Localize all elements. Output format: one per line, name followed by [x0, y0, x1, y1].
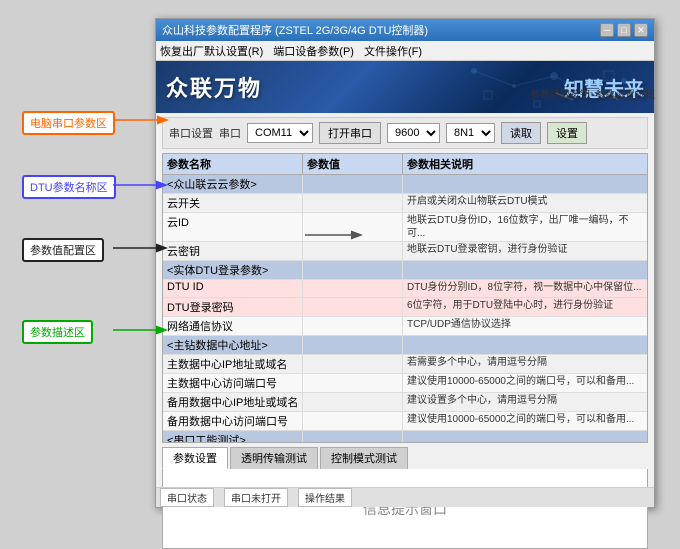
- table-row[interactable]: 云ID 地联云DTU身份ID，16位数字，出厂唯一编码，不可...: [163, 213, 647, 242]
- port-settings-area: 串口设置 串口 COM11 打开串口 9600 8N1 读取 设置: [162, 117, 648, 149]
- cell-name: 主数据中心IP地址或域名: [163, 355, 303, 373]
- set-button[interactable]: 设置: [547, 122, 587, 144]
- cell-desc: [403, 336, 647, 354]
- cell-value[interactable]: [303, 336, 403, 354]
- table-body: <众山联云云参数> 云开关 开启或关闭众山物联云DTU模式 云ID 地联云DTU…: [163, 175, 647, 442]
- cell-desc: 建议使用10000-65000之间的端口号，可以和备用...: [403, 412, 647, 430]
- cell-value[interactable]: [303, 355, 403, 373]
- maximize-button[interactable]: □: [617, 23, 631, 37]
- status-operation-result: 操作结果: [298, 488, 352, 507]
- table-row[interactable]: <实体DTU登录参数>: [163, 261, 647, 280]
- port-section-label: 串口设置: [169, 125, 213, 141]
- annotation-param-desc-zone: 参数描述区: [22, 320, 93, 344]
- cell-desc: TCP/UDP通信协议选择: [403, 317, 647, 335]
- status-port-state: 串口状态: [160, 488, 214, 507]
- table-row[interactable]: 网络通信协议 TCP/UDP通信协议选择: [163, 317, 647, 336]
- cell-name: 云ID: [163, 213, 303, 241]
- cell-value[interactable]: [303, 431, 403, 442]
- param-table: 参数名称 参数值 参数相关说明 <众山联云云参数> 云开关 开启或关闭众山物联云…: [163, 154, 647, 442]
- status-bar: 串口状态 串口未打开 操作结果: [156, 487, 654, 507]
- table-row[interactable]: DTU登录密码 6位字符，用于DTU登陆中心时，进行身份验证: [163, 298, 647, 317]
- cell-desc: 开启或关闭众山物联云DTU模式: [403, 194, 647, 212]
- cell-desc: 地联云DTU登录密钥，进行身份验证: [403, 242, 647, 260]
- cell-value[interactable]: [303, 242, 403, 260]
- annotation-com-zone: 电脑串口参数区: [22, 111, 115, 135]
- cell-name: 主数据中心访问端口号: [163, 374, 303, 392]
- title-bar-buttons: ─ □ ✕: [600, 23, 648, 37]
- annotation-dtu-name-zone: DTU参数名称区: [22, 175, 116, 199]
- close-button[interactable]: ✕: [634, 23, 648, 37]
- annotation-param-value-zone: 参数值配置区: [22, 238, 104, 262]
- cell-value[interactable]: [303, 317, 403, 335]
- cell-value[interactable]: [303, 213, 403, 241]
- col-value-header: 参数值: [303, 154, 403, 174]
- banner-left-text: 众联万物: [166, 71, 262, 103]
- cell-value[interactable]: [303, 194, 403, 212]
- table-row[interactable]: DTU ID DTU身份分别ID，8位字符，视一数据中心中保留位...: [163, 280, 647, 298]
- cell-value[interactable]: [303, 412, 403, 430]
- cell-name: 网络通信协议: [163, 317, 303, 335]
- cell-desc: 建议设置多个中心，请用逗号分隔: [403, 393, 647, 411]
- cell-desc: [403, 261, 647, 279]
- cell-name: 云开关: [163, 194, 303, 212]
- cell-value[interactable]: [303, 298, 403, 316]
- tab-control-test[interactable]: 控制模式测试: [320, 447, 408, 469]
- title-bar: 众山科技参数配置程序 (ZSTEL 2G/3G/4G DTU控制器) ─ □ ✕: [156, 19, 654, 41]
- cell-name: <实体DTU登录参数>: [163, 261, 303, 279]
- col-desc-header: 参数相关说明: [403, 154, 647, 174]
- table-row[interactable]: <主钻数据中心地址>: [163, 336, 647, 355]
- cell-desc: 建议使用10000-65000之间的端口号，可以和备用...: [403, 374, 647, 392]
- cell-name: DTU ID: [163, 280, 303, 297]
- status-port-open: 串口未打开: [224, 488, 288, 507]
- table-row[interactable]: 备用数据中心IP地址或域名 建议设置多个中心，请用逗号分隔: [163, 393, 647, 412]
- table-row[interactable]: <串口工能测试>: [163, 431, 647, 442]
- table-row[interactable]: 主数据中心IP地址或域名 若需要多个中心，请用逗号分隔: [163, 355, 647, 374]
- table-row[interactable]: 云开关 开启或关闭众山物联云DTU模式: [163, 194, 647, 213]
- data-format-select[interactable]: 8N1: [446, 123, 495, 143]
- cell-name: 云密钥: [163, 242, 303, 260]
- table-header: 参数名称 参数值 参数相关说明: [163, 154, 647, 175]
- table-row[interactable]: <众山联云云参数>: [163, 175, 647, 194]
- main-window: 众山科技参数配置程序 (ZSTEL 2G/3G/4G DTU控制器) ─ □ ✕…: [155, 18, 655, 508]
- cell-value[interactable]: [303, 175, 403, 193]
- cell-desc: [403, 175, 647, 193]
- cell-name: <串口工能测试>: [163, 431, 303, 442]
- baud-rate-select[interactable]: 9600: [387, 123, 440, 143]
- tab-bar: 参数设置 透明传输测试 控制模式测试: [162, 447, 648, 469]
- cell-value[interactable]: [303, 280, 403, 297]
- menu-bar: 恢复出厂默认设置(R) 端口设备参数(P) 文件操作(F): [156, 41, 654, 61]
- cell-desc: 地联云DTU身份ID，16位数字，出厂唯一编码，不可...: [403, 213, 647, 241]
- menu-item-file[interactable]: 文件操作(F): [364, 43, 422, 59]
- tab-transparent-test[interactable]: 透明传输测试: [230, 447, 318, 469]
- cell-desc: DTU身份分别ID，8位字符，视一数据中心中保留位...: [403, 280, 647, 297]
- menu-item-port[interactable]: 端口设备参数(P): [273, 43, 354, 59]
- table-row[interactable]: 云密钥 地联云DTU登录密钥，进行身份验证: [163, 242, 647, 261]
- read-button[interactable]: 读取: [501, 122, 541, 144]
- cell-name: 备用数据中心IP地址或域名: [163, 393, 303, 411]
- tab-param-settings[interactable]: 参数设置: [162, 447, 228, 469]
- port-label: 串口: [219, 125, 241, 141]
- cell-desc: 若需要多个中心，请用逗号分隔: [403, 355, 647, 373]
- cell-name: DTU登录密码: [163, 298, 303, 316]
- cell-name: <主钻数据中心地址>: [163, 336, 303, 354]
- cell-name: 备用数据中心访问端口号: [163, 412, 303, 430]
- cell-desc: 6位字符，用于DTU登陆中心时，进行身份验证: [403, 298, 647, 316]
- menu-item-factory[interactable]: 恢复出厂默认设置(R): [160, 43, 263, 59]
- header-banner: 众联万物 知慧未来: [156, 61, 654, 113]
- open-port-button[interactable]: 打开串口: [319, 122, 381, 144]
- content-area: 参数名称 参数值 参数相关说明 <众山联云云参数> 云开关 开启或关闭众山物联云…: [162, 153, 648, 443]
- cell-value[interactable]: [303, 261, 403, 279]
- cell-value[interactable]: [303, 393, 403, 411]
- table-row[interactable]: 备用数据中心访问端口号 建议使用10000-65000之间的端口号，可以和备用.…: [163, 412, 647, 431]
- cell-desc: [403, 431, 647, 442]
- com-port-select[interactable]: COM11: [247, 123, 313, 143]
- window-title: 众山科技参数配置程序 (ZSTEL 2G/3G/4G DTU控制器): [162, 22, 428, 38]
- info-area: 信息提示窗口: [162, 469, 648, 549]
- minimize-button[interactable]: ─: [600, 23, 614, 37]
- cell-value[interactable]: [303, 374, 403, 392]
- col-name-header: 参数名称: [163, 154, 303, 174]
- table-row[interactable]: 主数据中心访问端口号 建议使用10000-65000之间的端口号，可以和备用..…: [163, 374, 647, 393]
- cell-name: <众山联云云参数>: [163, 175, 303, 193]
